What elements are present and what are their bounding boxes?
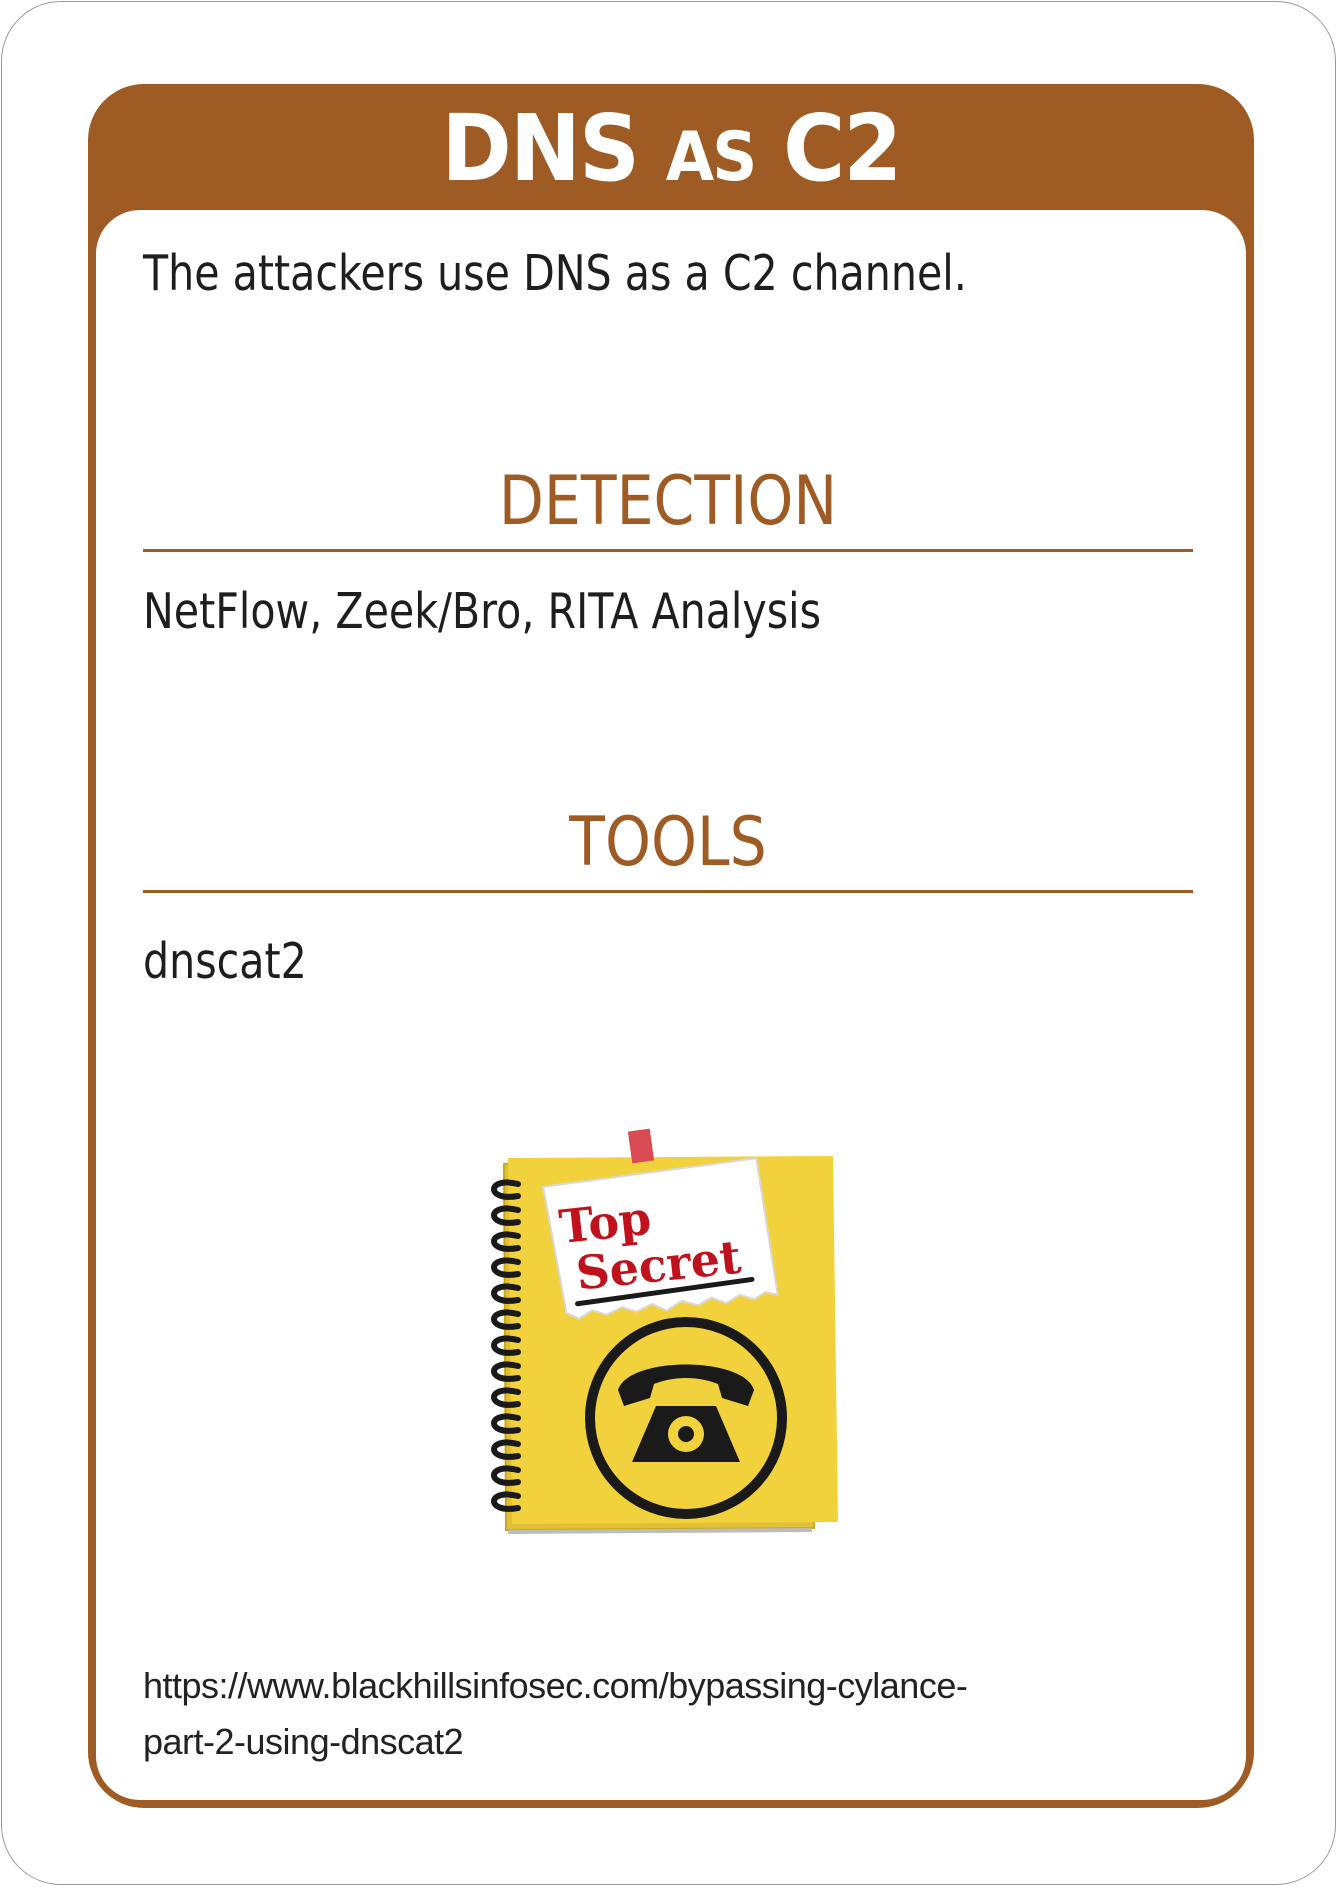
tools-heading: TOOLS <box>569 803 767 882</box>
detection-divider <box>143 549 1193 552</box>
reference-link-line1: https://www.blackhillsinfosec.com/bypass… <box>143 1665 968 1706</box>
tools-text: dnscat2 <box>143 933 307 990</box>
top-secret-notebook-telephone-icon: Top Secret <box>491 1128 838 1534</box>
detection-heading: DETECTION <box>498 462 838 541</box>
card-title: DNS AS C2 <box>441 95 903 202</box>
reference-link-line2: part-2-using-dnscat2 <box>143 1721 464 1762</box>
detection-text: NetFlow, Zeek/Bro, RITA Analysis <box>143 583 822 640</box>
tools-divider <box>143 890 1193 893</box>
card-description: The attackers use DNS as a C2 channel. <box>143 245 967 302</box>
card-body <box>96 210 1246 1800</box>
reference-link[interactable]: https://www.blackhillsinfosec.com/bypass… <box>143 1658 1143 1770</box>
